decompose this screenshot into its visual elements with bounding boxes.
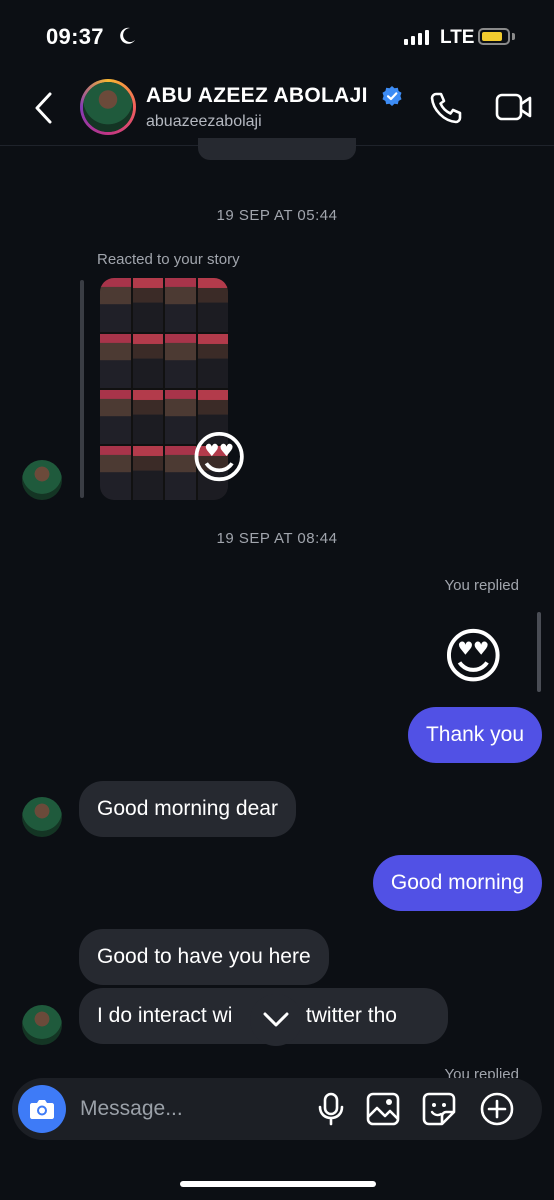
signal-icon: [404, 30, 429, 45]
camera-button[interactable]: [18, 1085, 66, 1133]
avatar[interactable]: [80, 79, 136, 135]
heart-eyes-emoji-message[interactable]: 😍: [442, 622, 505, 692]
contact-username[interactable]: abuazeezabolaji: [146, 113, 262, 131]
sticker-icon[interactable]: [422, 1092, 456, 1126]
contact-name[interactable]: ABU AZEEZ ABOLAJI: [146, 84, 368, 108]
network-label: LTE: [440, 27, 475, 48]
heart-eyes-reaction: 😍: [190, 426, 249, 489]
reacted-to-story-label: Reacted to your story: [97, 251, 240, 268]
outgoing-message[interactable]: Good morning: [372, 855, 542, 911]
battery-icon: [478, 28, 510, 45]
incoming-message[interactable]: Good morning dear: [79, 781, 296, 837]
sender-avatar[interactable]: [22, 460, 62, 500]
message-text-left: I do interact wi: [97, 1004, 233, 1027]
video-camera-icon[interactable]: [495, 92, 533, 122]
reply-indicator-line: [80, 280, 84, 498]
plus-icon[interactable]: [480, 1092, 514, 1126]
outgoing-message[interactable]: Thank you: [407, 707, 542, 763]
home-indicator[interactable]: [180, 1181, 376, 1187]
sender-avatar[interactable]: [22, 797, 62, 837]
previous-message-bubble[interactable]: [198, 138, 356, 160]
moon-icon: [120, 27, 135, 44]
you-replied-label: You replied: [444, 577, 519, 594]
status-time: 09:37: [46, 24, 104, 49]
camera-icon: [30, 1100, 54, 1119]
timestamp: 19 SEP AT 05:44: [216, 207, 338, 224]
incoming-message[interactable]: Good to have you here: [79, 929, 329, 985]
chevron-down-icon: [263, 1012, 289, 1027]
scrollbar[interactable]: [537, 612, 541, 692]
microphone-icon[interactable]: [314, 1092, 348, 1126]
verified-badge-icon: [382, 86, 402, 106]
back-chevron-icon[interactable]: [32, 90, 56, 126]
timestamp: 19 SEP AT 08:44: [216, 530, 338, 547]
message-text-right: n twitter tho: [288, 1004, 397, 1027]
phone-icon[interactable]: [428, 90, 464, 126]
you-replied-label: You replied: [444, 1066, 519, 1078]
message-input[interactable]: Message...: [80, 1097, 183, 1121]
image-icon[interactable]: [366, 1092, 400, 1126]
scroll-to-bottom-button[interactable]: [250, 994, 302, 1046]
battery-cap: [512, 33, 515, 40]
sender-avatar[interactable]: [22, 1005, 62, 1045]
